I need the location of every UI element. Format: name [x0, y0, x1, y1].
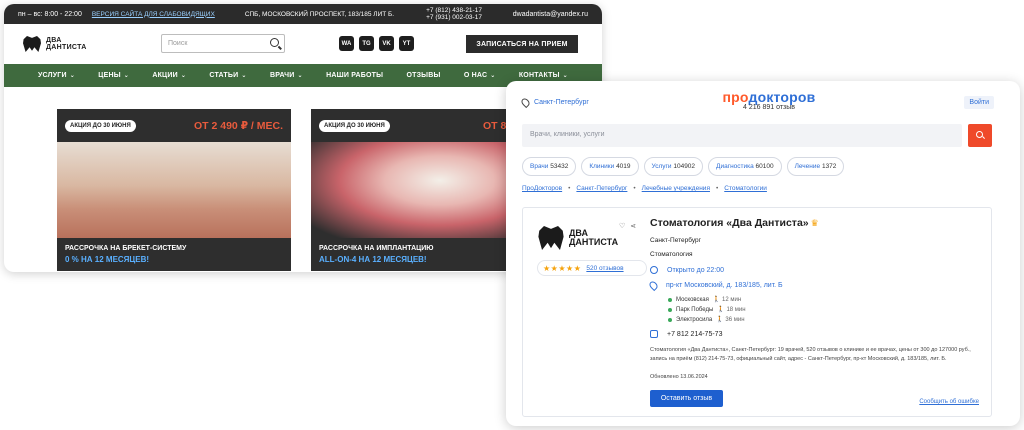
report-error-link[interactable]: Сообщить об ошибке — [919, 399, 979, 405]
vk-icon[interactable]: VK — [379, 36, 394, 51]
chevron-down-icon: ⌄ — [241, 73, 247, 79]
clinic-specialty: Стоматология — [650, 251, 693, 258]
clinic-description: Стоматология «Два Дантиста», Санкт-Петер… — [650, 347, 971, 362]
logo-pro: про — [722, 89, 749, 105]
heart-icon[interactable]: ♡ — [619, 222, 625, 230]
leave-review-button[interactable]: Оставить отзыв — [650, 390, 723, 407]
clinic-city: Санкт-Петербург — [650, 237, 701, 244]
logo-line-2: ДАНТИСТА — [46, 44, 87, 51]
chip-treatment[interactable]: Лечение 1372 — [786, 157, 845, 176]
breadcrumb-item[interactable]: Стоматологии — [724, 185, 767, 192]
category-chips: Врачи 53432 Клиники 4019 Услуги 104902 Д… — [522, 157, 845, 176]
nav-item-promos[interactable]: АКЦИИ ⌄ — [152, 72, 186, 79]
chip-services[interactable]: Услуги 104902 — [643, 157, 704, 176]
breadcrumb-item[interactable]: ПроДокторов — [522, 185, 562, 192]
social-links: WA TG VK YT — [339, 36, 414, 51]
breadcrumb-item[interactable]: Лечебные учреждения — [642, 185, 710, 192]
metro-dot-icon — [668, 307, 672, 312]
youtube-icon[interactable]: YT — [399, 36, 414, 51]
clinic-address: СПБ, МОСКОВСКИЙ ПРОСПЕКТ, 183/185 ЛИТ Б. — [244, 10, 395, 18]
clinic-address[interactable]: пр-кт Московский, д. 183/185, лит. Б — [647, 279, 783, 292]
chevron-down-icon: ⌄ — [297, 73, 303, 79]
search-placeholder: Поиск — [168, 40, 188, 47]
rating-block: ★★★★★ 520 отзывов — [537, 260, 647, 276]
logo-line-1: ДВА — [46, 37, 62, 44]
clock-icon — [650, 266, 658, 274]
metro-station: Парк Победы 🚶 18 мин — [668, 306, 746, 313]
search-icon — [976, 131, 983, 138]
promo-card-braces[interactable]: АКЦИЯ ДО 30 ИЮНЯ ОТ 2 490 ₽ / МЕС. РАССР… — [57, 109, 291, 271]
nav-item-prices[interactable]: ЦЕНЫ ⌄ — [98, 72, 129, 79]
chevron-down-icon: ⌄ — [123, 73, 129, 79]
clinic-name[interactable]: Стоматология «Два Дантиста» ♛ — [650, 217, 819, 229]
clinic-phone[interactable]: +7 812 214-75-73 — [650, 330, 722, 338]
share-icon[interactable]: ⋖ — [630, 222, 636, 230]
book-appointment-button[interactable]: ЗАПИСАТЬСЯ НА ПРИЕМ — [466, 35, 578, 53]
nav-item-about[interactable]: О НАС ⌄ — [464, 72, 496, 79]
nav-item-reviews[interactable]: ОТЗЫВЫ — [406, 72, 440, 79]
nav-item-doctors[interactable]: ВРАЧИ ⌄ — [270, 72, 303, 79]
search-input[interactable]: Врачи, клиники, услуги — [522, 124, 962, 147]
nav-item-articles[interactable]: СТАТЬИ ⌄ — [209, 72, 246, 79]
search-button[interactable] — [968, 124, 992, 147]
chevron-down-icon: ⌄ — [180, 73, 187, 79]
site-search-input[interactable]: Поиск — [161, 34, 285, 53]
tooth-logo-icon — [538, 226, 564, 250]
promo-subcaption: ALL-ON-4 НА 12 МЕСЯЦЕВ! — [319, 255, 427, 264]
logo-line-2: ДАНТИСТА — [569, 237, 619, 247]
chip-clinics[interactable]: Клиники 4019 — [581, 157, 639, 176]
breadcrumb: ПроДокторов • Санкт-Петербург • Лечебные у… — [522, 185, 767, 192]
braces-smile-photo — [57, 142, 291, 238]
site-header: ДВА ДАНТИСТА Поиск WA TG VK YT ЗАПИСАТЬС… — [4, 24, 602, 64]
chevron-down-icon: ⌄ — [490, 73, 496, 79]
city-name: Санкт-Петербург — [534, 99, 589, 106]
clinic-card: ДВА ДАНТИСТА ♡ ⋖ ★★★★★ 520 отзывов Стома… — [522, 207, 992, 417]
low-vision-version-link[interactable]: ВЕРСИЯ САЙТА ДЛЯ СЛАБОВИДЯЩИХ — [92, 11, 215, 18]
metro-station: Электросила 🚶 36 мин — [668, 316, 745, 323]
working-hours: пн – вс: 8:00 - 22:00 — [18, 10, 82, 18]
telegram-icon[interactable]: TG — [359, 36, 374, 51]
clinic-logo[interactable]: ДВА ДАНТИСТА — [22, 36, 87, 52]
total-reviews: 4 216 891 отзыв — [743, 104, 795, 111]
promo-price: ОТ 2 490 ₽ / МЕС. — [194, 120, 283, 132]
reviews-link[interactable]: 520 отзывов — [586, 265, 623, 272]
promo-caption: РАССРОЧКА НА ИМПЛАНТАЦИЮ — [319, 245, 434, 252]
prodoctorov-window: Санкт-Петербург продокторов 4 216 891 от… — [506, 81, 1020, 426]
logo-doctors: докторов — [748, 89, 816, 105]
nav-item-services[interactable]: УСЛУГИ ⌄ — [38, 72, 75, 79]
rating-stars: ★★★★★ — [543, 263, 582, 273]
email-link[interactable]: dwadantista@yandex.ru — [513, 11, 588, 18]
updated-date: Обновлено 13.06.2024 — [650, 374, 708, 380]
nav-item-contacts[interactable]: КОНТАКТЫ ⌄ — [519, 72, 568, 79]
chevron-down-icon: ⌄ — [69, 73, 75, 79]
metro-dot-icon — [668, 297, 672, 302]
location-pin-icon — [647, 279, 660, 292]
breadcrumb-item[interactable]: Санкт-Петербург — [576, 185, 627, 192]
metro-dot-icon — [668, 317, 672, 322]
clinic-card-logo: ДВА ДАНТИСТА — [537, 226, 618, 250]
promo-badge: АКЦИЯ ДО 30 ИЮНЯ — [65, 120, 136, 132]
phone-2[interactable]: +7 (931) 002-03-17 — [426, 14, 482, 22]
top-info-bar: пн – вс: 8:00 - 22:00 ВЕРСИЯ САЙТА ДЛЯ С… — [4, 4, 602, 24]
phone-1[interactable]: +7 (812) 438-21-17 — [426, 7, 482, 15]
login-button[interactable]: Войти — [964, 96, 994, 109]
city-selector[interactable]: Санкт-Петербург — [519, 96, 589, 109]
promo-caption: РАССРОЧКА НА БРЕКЕТ-СИСТЕМУ — [65, 245, 187, 252]
chip-doctors[interactable]: Врачи 53432 — [522, 157, 577, 176]
nav-item-our-works[interactable]: НАШИ РАБОТЫ — [326, 72, 383, 79]
promo-subcaption: 0 % НА 12 МЕСЯЦЕВ! — [65, 255, 150, 264]
crown-icon: ♛ — [810, 218, 819, 228]
location-pin-icon — [519, 96, 532, 109]
search-icon[interactable] — [270, 38, 279, 47]
metro-station: Московская 🚶 12 мин — [668, 296, 741, 303]
phone-icon — [650, 330, 658, 338]
whatsapp-icon[interactable]: WA — [339, 36, 354, 51]
prodoctorov-logo[interactable]: продокторов 4 216 891 отзыв — [704, 89, 834, 111]
promo-badge: АКЦИЯ ДО 30 ИЮНЯ — [319, 120, 390, 132]
opening-hours[interactable]: Открыто до 22:00 — [650, 266, 724, 274]
phone-numbers[interactable]: +7 (812) 438-21-17 +7 (931) 002-03-17 — [426, 7, 482, 22]
tooth-logo-icon — [23, 36, 41, 52]
chevron-down-icon: ⌄ — [562, 73, 568, 79]
chip-diagnostics[interactable]: Диагностика 60100 — [708, 157, 782, 176]
